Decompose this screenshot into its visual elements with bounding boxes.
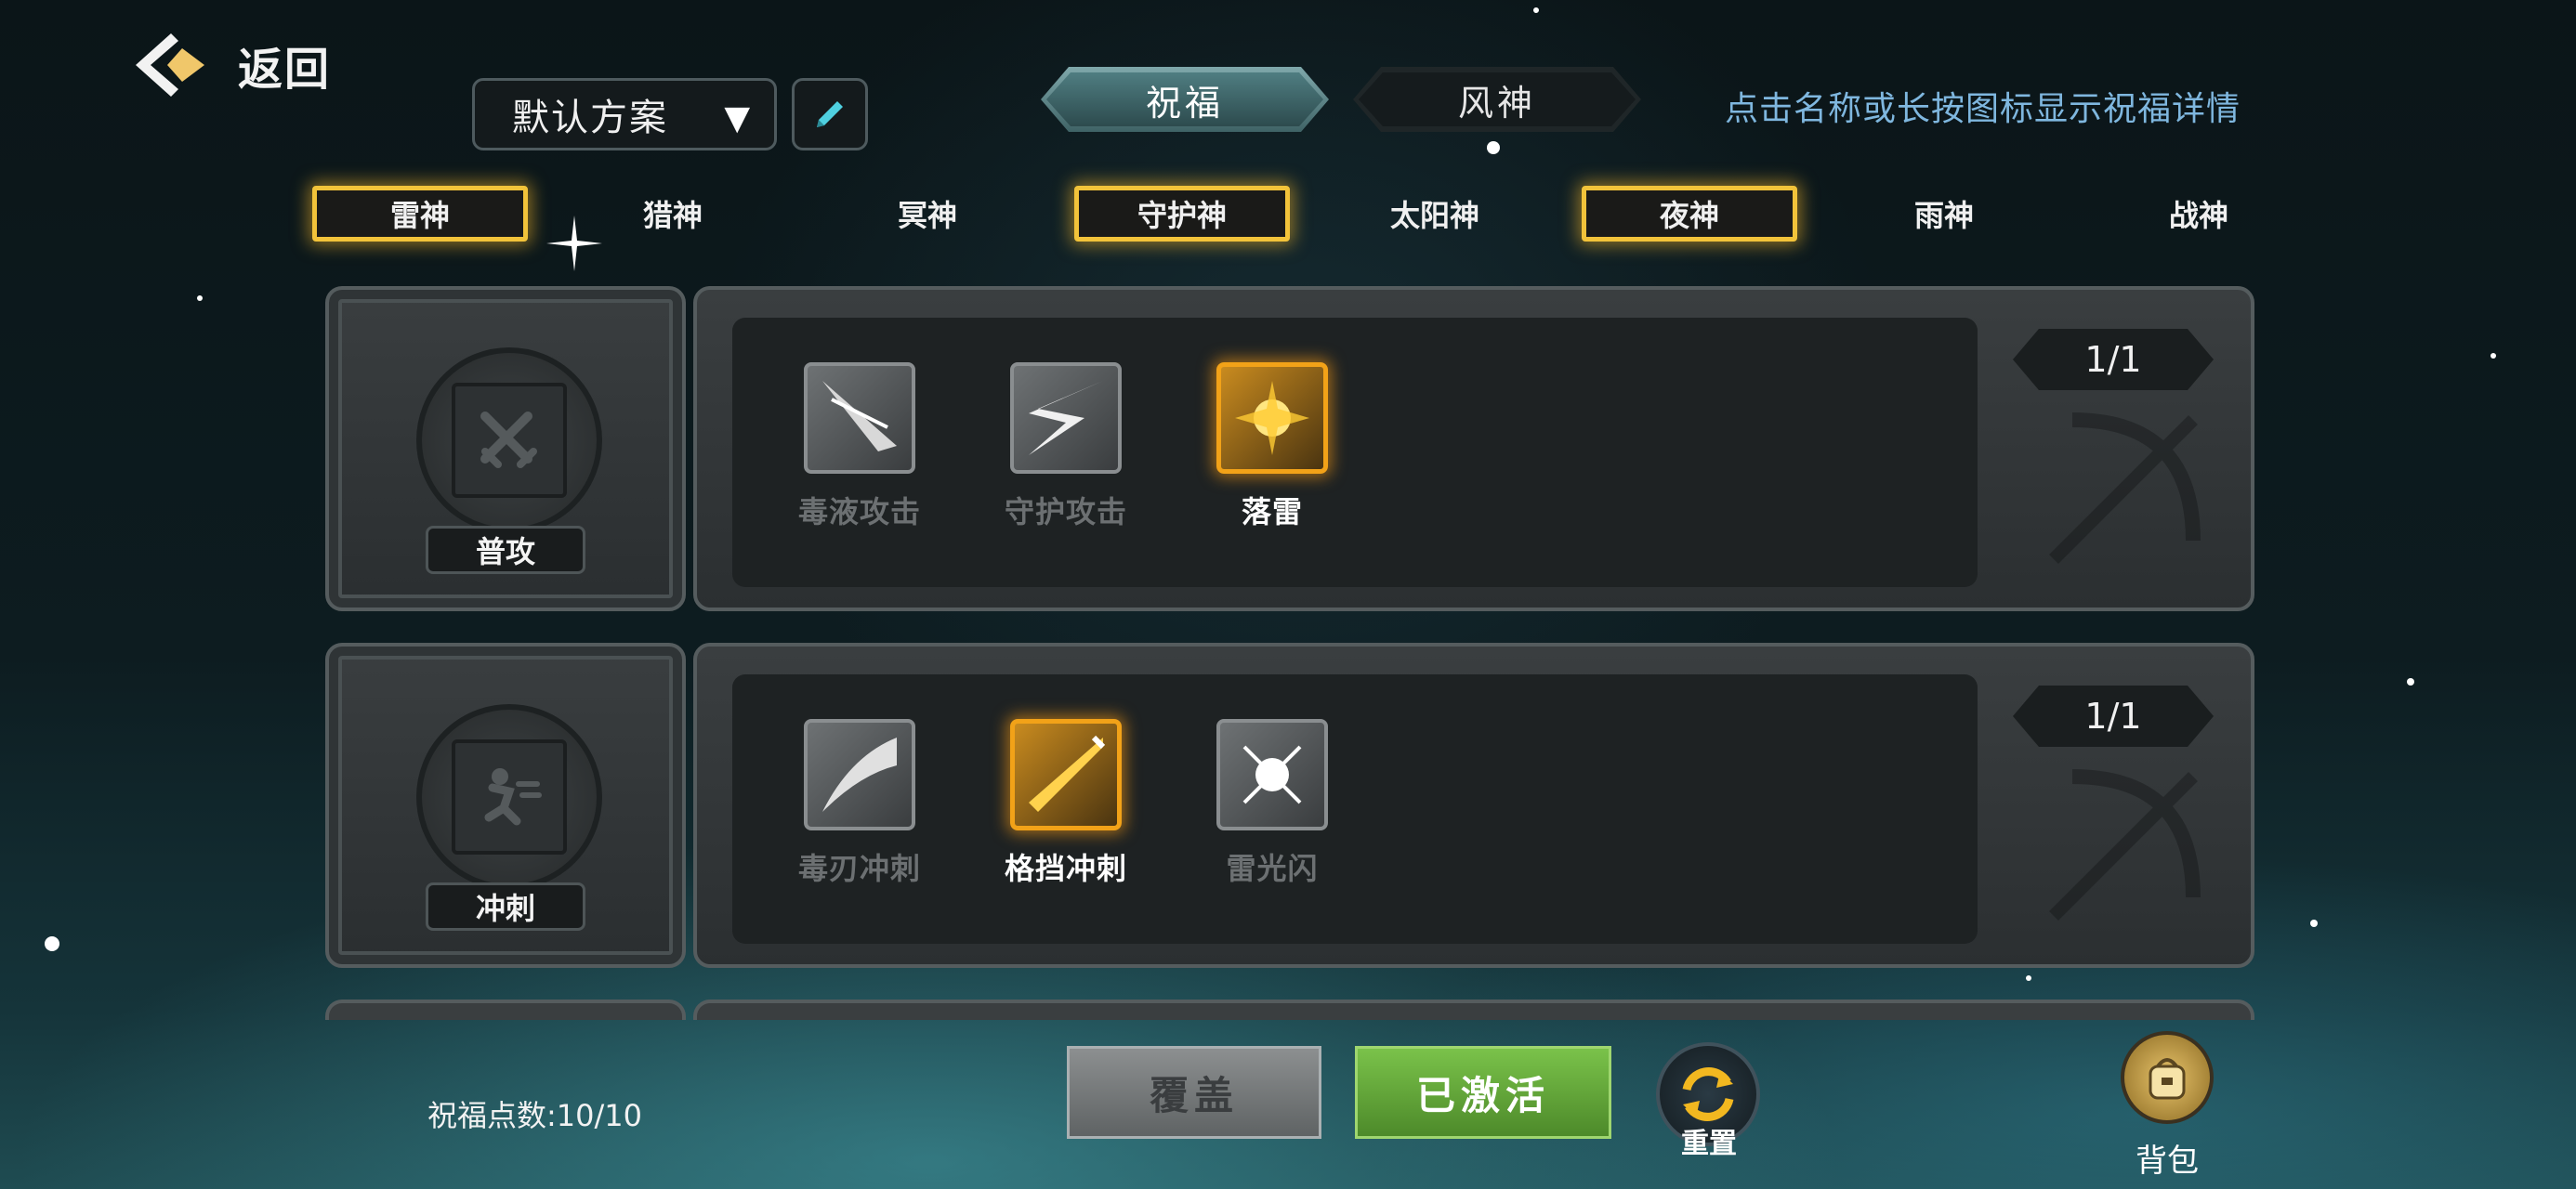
thunder-flash-icon [1216, 719, 1328, 830]
preset-label: 默认方案 [512, 97, 668, 139]
god-tab-underworld[interactable]: 冥神 [820, 186, 1035, 242]
dropdown-arrow-icon: ▼ [724, 99, 750, 137]
slot-panel-partial [325, 1000, 686, 1020]
background-star [1533, 7, 1539, 13]
selection-counter: 1/1 [2013, 686, 2214, 747]
cover-button[interactable]: 覆盖 [1067, 1046, 1321, 1139]
background-star [2310, 920, 2318, 927]
slot-panel-dash[interactable]: 冲刺 [325, 643, 686, 968]
god-tab-thunder[interactable]: 雷神 [312, 186, 528, 242]
reset-label: 重置 [1681, 1128, 1737, 1160]
skill-lightning-fall[interactable]: 落雷 [1193, 362, 1351, 531]
back-label: 返回 [238, 44, 332, 96]
skill-name: 雷光闪 [1226, 851, 1319, 886]
tab-blessing[interactable]: 祝福 [1041, 67, 1329, 132]
skill-row-partial [693, 1000, 2254, 1020]
back-arrow-icon [136, 33, 204, 97]
lightning-fall-icon [1216, 362, 1328, 474]
parry-dash-icon [1010, 719, 1122, 830]
skill-thunder-flash[interactable]: 雷光闪 [1193, 719, 1351, 888]
edit-preset-button[interactable] [792, 78, 868, 150]
backpack-button[interactable]: 背包 [2111, 1031, 2223, 1180]
backpack-icon [2121, 1031, 2214, 1124]
slot-panel-attack[interactable]: 普攻 [325, 286, 686, 611]
venom-strike-icon [804, 362, 915, 474]
tab-wind-god-label: 风神 [1457, 82, 1536, 124]
god-tab-rain[interactable]: 雨神 [1836, 186, 2052, 242]
bow-watermark-icon [2049, 412, 2201, 564]
crossed-swords-icon [452, 383, 567, 498]
skill-venom-blade-dash[interactable]: 毒刃冲刺 [781, 719, 939, 888]
god-tab-label: 战神 [2168, 198, 2228, 233]
slot-label: 普攻 [426, 526, 585, 574]
god-tab-label: 猎神 [642, 198, 703, 233]
skill-guard-strike[interactable]: 守护攻击 [987, 362, 1145, 531]
background-star [2026, 975, 2031, 981]
pencil-icon [817, 101, 843, 127]
skill-name: 守护攻击 [1004, 494, 1127, 529]
reset-button[interactable]: 重置 [1649, 1037, 1769, 1160]
dash-runner-icon [452, 739, 567, 855]
god-tab-label: 冥神 [897, 198, 957, 233]
tab-blessing-label: 祝福 [1145, 82, 1224, 124]
slot-label: 冲刺 [426, 882, 585, 931]
guard-strike-icon [1010, 362, 1122, 474]
background-star [45, 936, 59, 951]
background-star [2491, 353, 2496, 359]
blessing-points: 祝福点数:10/10 [427, 1098, 643, 1133]
backpack-label: 背包 [2136, 1143, 2199, 1180]
tab-wind-god[interactable]: 风神 [1353, 67, 1641, 132]
background-star [197, 295, 203, 301]
hint-text: 点击名称或长按图标显示祝福详情 [1725, 90, 2241, 128]
back-button[interactable]: 返回 [130, 28, 331, 102]
skill-row-attack: 毒液攻击 守护攻击 落雷 1/1 [693, 286, 2254, 611]
selection-counter: 1/1 [2013, 329, 2214, 390]
god-tab-label: 太阳神 [1389, 198, 1479, 233]
god-tab-sun[interactable]: 太阳神 [1327, 186, 1543, 242]
god-tab-war[interactable]: 战神 [2091, 186, 2307, 242]
skill-name: 格挡冲刺 [1004, 851, 1127, 886]
skill-venom-strike[interactable]: 毒液攻击 [781, 362, 939, 531]
god-tab-night[interactable]: 夜神 [1582, 186, 1797, 242]
god-tab-label: 雷神 [389, 198, 450, 233]
skill-name: 毒液攻击 [797, 494, 921, 529]
background-star [1487, 141, 1500, 154]
skill-name: 毒刃冲刺 [797, 851, 921, 886]
skill-parry-dash[interactable]: 格挡冲刺 [987, 719, 1145, 888]
preset-dropdown[interactable]: 默认方案 ▼ [472, 78, 777, 150]
activated-button[interactable]: 已激活 [1355, 1046, 1611, 1139]
god-tab-label: 守护神 [1137, 198, 1227, 233]
god-tab-guardian[interactable]: 守护神 [1074, 186, 1290, 242]
god-tab-hunt[interactable]: 猎神 [565, 186, 781, 242]
bow-watermark-icon [2049, 769, 2201, 921]
skill-row-dash: 毒刃冲刺 格挡冲刺 雷光闪 1/1 [693, 643, 2254, 968]
god-tab-label: 雨神 [1913, 198, 1974, 233]
god-tab-label: 夜神 [1659, 198, 1719, 233]
background-star [2407, 678, 2414, 686]
skill-name: 落雷 [1241, 494, 1303, 529]
venom-blade-dash-icon [804, 719, 915, 830]
